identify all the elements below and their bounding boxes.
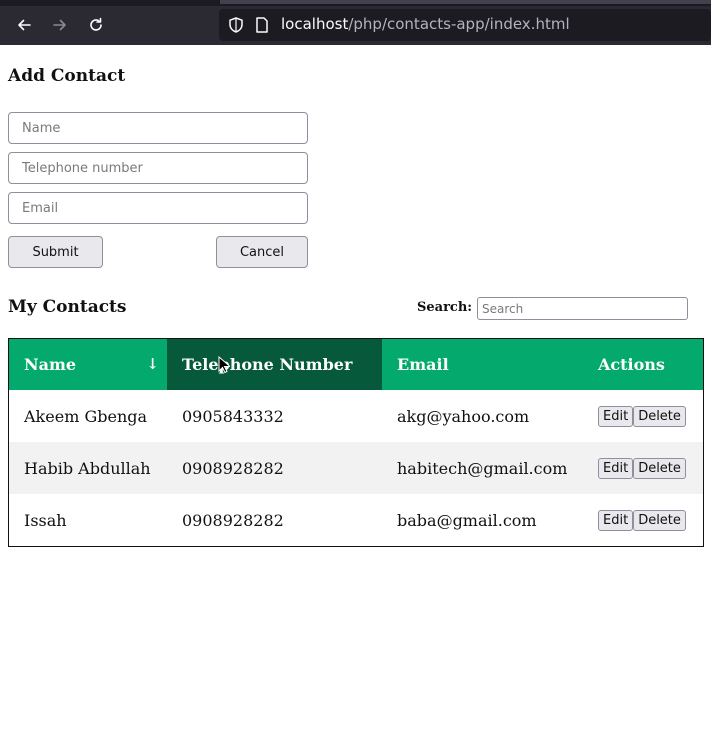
forward-button[interactable] [47,12,73,38]
cancel-button[interactable]: Cancel [216,236,308,268]
edit-button[interactable]: Edit [598,457,634,479]
search-label: Search: [417,300,473,315]
table-row: Issah 0908928282 baba@gmail.com Edit Del… [9,494,703,546]
header-name[interactable]: Name ↓ [9,339,167,390]
tab-strip [0,0,711,6]
cell-actions: Edit Delete [583,390,686,442]
table-row: Akeem Gbenga 0905843332 akg@yahoo.com Ed… [9,390,703,442]
search-input[interactable] [477,297,688,320]
url-text[interactable]: localhost/php/contacts-app/index.html [281,15,570,33]
header-email[interactable]: Email [382,339,583,390]
telephone-input[interactable] [8,152,308,184]
back-button[interactable] [11,12,37,38]
cell-email: baba@gmail.com [397,510,537,530]
page-icon[interactable] [253,16,271,34]
browser-toolbar: localhost/php/contacts-app/index.html [0,0,711,45]
url-host: localhost [281,15,349,33]
header-name-label: Name [24,355,77,374]
active-tab-edge [220,0,711,4]
add-contact-title: Add Contact [8,66,126,86]
reload-icon [90,17,102,31]
contacts-table: Name ↓ Telephone Number Email Actions Ak… [8,338,704,547]
mouse-cursor-icon [218,356,230,374]
my-contacts-title: My Contacts [8,297,127,317]
header-actions: Actions [598,355,665,374]
header-telephone[interactable]: Telephone Number [167,339,382,390]
table-header: Name ↓ Telephone Number Email Actions [9,339,703,390]
cell-name: Habib Abdullah [24,458,151,478]
back-arrow-icon [18,19,31,31]
cell-telephone: 0908928282 [182,510,284,530]
cell-actions: Edit Delete [583,442,686,494]
edit-button[interactable]: Edit [598,405,634,427]
cell-actions: Edit Delete [583,494,686,546]
name-input[interactable] [8,112,308,144]
submit-button[interactable]: Submit [8,236,103,268]
shield-icon[interactable] [227,16,245,34]
cell-name: Akeem Gbenga [24,406,148,426]
sort-down-icon: ↓ [146,355,159,373]
url-path: /php/contacts-app/index.html [348,15,570,33]
delete-button[interactable]: Delete [633,405,686,427]
cell-telephone: 0908928282 [182,458,284,478]
email-input[interactable] [8,192,308,224]
delete-button[interactable]: Delete [633,509,686,531]
cell-email: habitech@gmail.com [397,458,568,478]
cell-telephone: 0905843332 [182,406,284,426]
reload-button[interactable] [83,12,109,38]
forward-arrow-icon [53,19,66,31]
cell-name: Issah [24,510,67,530]
edit-button[interactable]: Edit [598,509,634,531]
table-row: Habib Abdullah 0908928282 habitech@gmail… [9,442,703,494]
cell-email: akg@yahoo.com [397,406,530,426]
delete-button[interactable]: Delete [633,457,686,479]
address-bar[interactable]: localhost/php/contacts-app/index.html [219,9,711,41]
